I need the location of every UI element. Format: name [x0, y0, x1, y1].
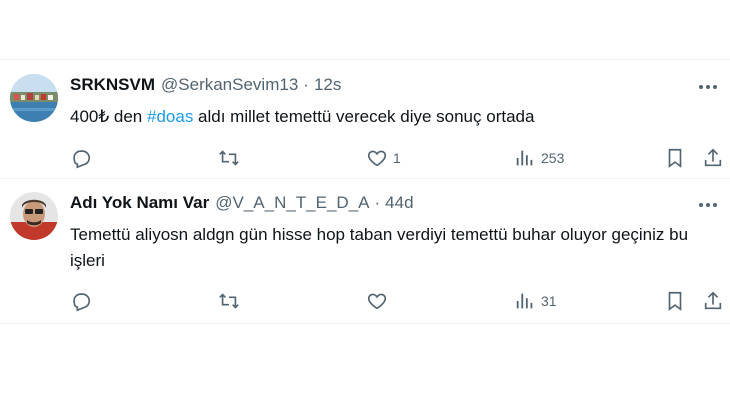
tweet-text-part: 400₺ den: [70, 107, 147, 126]
view-count: 253: [541, 150, 565, 166]
bookmark-button[interactable]: [664, 290, 686, 312]
share-icon: [704, 291, 722, 310]
tweet-actions: 1 253: [70, 147, 724, 171]
tweet-header: SRKNSVM @SerkanSevim13 · 12s: [70, 75, 341, 95]
share-button[interactable]: [702, 290, 724, 312]
retweet-icon: [219, 150, 239, 166]
bottom-divider: [0, 323, 730, 324]
views-button[interactable]: 31: [514, 290, 557, 312]
tweet[interactable]: Adı Yok Namı Var @V_A_N_T_E_D_A · 44d Te…: [0, 178, 730, 323]
share-icon: [704, 148, 722, 167]
reply-button[interactable]: [70, 290, 92, 312]
view-count: 31: [541, 293, 557, 309]
like-count: 1: [393, 150, 401, 166]
views-icon: [516, 293, 533, 309]
more-icon[interactable]: [696, 77, 720, 97]
separator: ·: [374, 193, 381, 212]
user-handle[interactable]: @V_A_N_T_E_D_A: [215, 193, 369, 213]
tweet-text-part: aldı millet temettü verecek diye sonuç o…: [193, 107, 535, 126]
tweet-header: Adı Yok Namı Var @V_A_N_T_E_D_A · 44d: [70, 193, 414, 213]
like-button[interactable]: 1: [366, 147, 401, 169]
share-button[interactable]: [702, 147, 724, 169]
avatar[interactable]: [10, 74, 58, 122]
reply-icon: [73, 293, 91, 312]
retweet-icon: [219, 293, 239, 309]
more-icon[interactable]: [696, 195, 720, 215]
bookmark-button[interactable]: [664, 147, 686, 169]
reply-button[interactable]: [70, 147, 92, 169]
display-name[interactable]: SRKNSVM: [70, 75, 155, 95]
reply-icon: [73, 150, 91, 169]
like-button[interactable]: [366, 290, 393, 312]
avatar[interactable]: [10, 192, 58, 240]
views-button[interactable]: 253: [514, 147, 564, 169]
bookmark-icon: [668, 148, 682, 168]
tweet[interactable]: SRKNSVM @SerkanSevim13 · 12s 400₺ den #d…: [0, 60, 730, 178]
tweet-text: Temettü aliyosn aldgn gün hisse hop taba…: [70, 225, 689, 270]
separator: ·: [303, 75, 309, 94]
bookmark-icon: [668, 291, 682, 311]
tweet-actions: 31: [70, 290, 724, 314]
timestamp[interactable]: 12s: [314, 75, 341, 95]
tweet-text: 400₺ den #doas aldı millet temettü verec…: [70, 104, 710, 130]
like-icon: [367, 293, 387, 310]
timestamp[interactable]: 44d: [385, 193, 413, 213]
retweet-button[interactable]: [218, 290, 240, 312]
user-handle[interactable]: @SerkanSevim13: [161, 75, 298, 95]
retweet-button[interactable]: [218, 147, 240, 169]
display-name[interactable]: Adı Yok Namı Var: [70, 193, 209, 213]
like-icon: [367, 150, 387, 167]
hashtag-link[interactable]: #doas: [147, 107, 193, 126]
views-icon: [516, 150, 533, 166]
